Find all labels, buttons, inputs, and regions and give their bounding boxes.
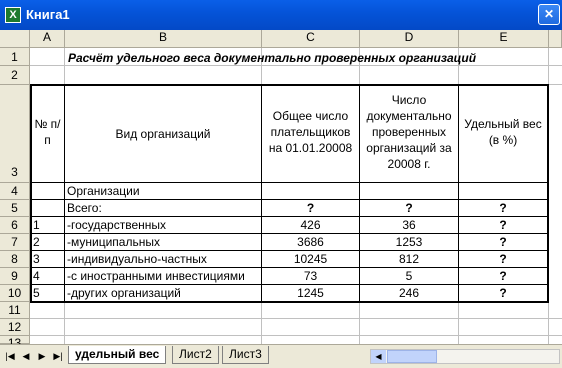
row-header[interactable]: 6 xyxy=(0,217,30,234)
row-header[interactable]: 4 xyxy=(0,183,30,200)
row-header[interactable]: 8 xyxy=(0,251,30,268)
row-header[interactable]: 7 xyxy=(0,234,30,251)
cell-b9[interactable]: -с иностранными инвестициями xyxy=(65,268,261,284)
horizontal-scrollbar[interactable]: ◀ xyxy=(370,349,560,364)
cell-d8[interactable]: 812 xyxy=(360,251,458,267)
close-window-button[interactable]: ✕ xyxy=(538,4,560,25)
cell-e7[interactable]: ? xyxy=(459,234,547,250)
cell-c10[interactable]: 1245 xyxy=(262,285,359,301)
cell-c8[interactable]: 10245 xyxy=(262,251,359,267)
column-header-a[interactable]: A xyxy=(30,30,65,48)
scroll-thumb[interactable] xyxy=(387,350,437,363)
cell-c9[interactable]: 73 xyxy=(262,268,359,284)
prev-sheet-icon[interactable]: ◀ xyxy=(20,350,32,362)
header-number[interactable]: № п/п xyxy=(31,116,64,148)
cell-c5[interactable]: ? xyxy=(262,200,359,216)
cell-a8[interactable]: 3 xyxy=(31,251,64,267)
cell-d7[interactable]: 1253 xyxy=(360,234,458,250)
row-header[interactable]: 5 xyxy=(0,200,30,217)
sheet-tab-bar: |◀ ◀ ▶ ▶| удельный вес Лист2 Лист3 ◀ xyxy=(0,344,562,368)
table-border xyxy=(30,84,549,86)
cell-b6[interactable]: -государственных xyxy=(65,217,261,233)
gridline xyxy=(30,335,562,336)
select-all-corner[interactable] xyxy=(0,30,30,48)
next-sheet-icon[interactable]: ▶ xyxy=(36,350,48,362)
last-sheet-icon[interactable]: ▶| xyxy=(52,350,64,362)
header-org-type[interactable]: Вид организаций xyxy=(65,126,261,142)
column-header-c[interactable]: C xyxy=(262,30,360,48)
row-header[interactable]: 11 xyxy=(0,302,30,319)
tab-udelny-ves[interactable]: удельный вес xyxy=(68,346,167,364)
cell-a6[interactable]: 1 xyxy=(31,217,64,233)
header-specific-weight[interactable]: Удельный вес (в %) xyxy=(459,116,547,148)
cell-d9[interactable]: 5 xyxy=(360,268,458,284)
cell-c7[interactable]: 3686 xyxy=(262,234,359,250)
row-header[interactable]: 12 xyxy=(0,319,30,336)
table-border xyxy=(30,301,549,303)
window-title: Книга1 xyxy=(26,7,70,22)
cell-b8[interactable]: -индивидуально-частных xyxy=(65,251,261,267)
row-header[interactable]: 9 xyxy=(0,268,30,285)
sheet-title[interactable]: Расчёт удельного веса документально пров… xyxy=(66,50,548,66)
cell-e5[interactable]: ? xyxy=(459,200,547,216)
cell-b4[interactable]: Организации xyxy=(65,183,261,199)
cell-e6[interactable]: ? xyxy=(459,217,547,233)
row-header[interactable]: 13 xyxy=(0,336,30,344)
row-header[interactable]: 1 xyxy=(0,48,30,66)
row-header[interactable]: 2 xyxy=(0,66,30,85)
cell-b5[interactable]: Всего: xyxy=(65,200,261,216)
column-header-f[interactable] xyxy=(549,30,562,48)
row-header[interactable]: 10 xyxy=(0,285,30,302)
cell-a9[interactable]: 4 xyxy=(31,268,64,284)
row-header[interactable]: 3 xyxy=(0,85,30,183)
first-sheet-icon[interactable]: |◀ xyxy=(4,350,16,362)
header-audited-orgs[interactable]: Число документально проверенных организа… xyxy=(360,92,458,172)
excel-icon: X xyxy=(5,7,21,23)
cell-a10[interactable]: 5 xyxy=(31,285,64,301)
cell-d5[interactable]: ? xyxy=(360,200,458,216)
cell-e9[interactable]: ? xyxy=(459,268,547,284)
column-header-d[interactable]: D xyxy=(360,30,459,48)
header-total-payers[interactable]: Общее число плательщиков на 01.01.20008 xyxy=(262,108,359,156)
spreadsheet-grid[interactable]: A B C D E 1 2 3 4 5 6 7 8 9 10 11 12 13 … xyxy=(0,30,562,344)
cell-c6[interactable]: 426 xyxy=(262,217,359,233)
cell-d6[interactable]: 36 xyxy=(360,217,458,233)
cell-a7[interactable]: 2 xyxy=(31,234,64,250)
cell-b10[interactable]: -других организаций xyxy=(65,285,261,301)
cell-e10[interactable]: ? xyxy=(459,285,547,301)
tab-list3[interactable]: Лист3 xyxy=(222,346,269,364)
title-bar: X Книга1 ✕ xyxy=(0,0,562,30)
cell-d10[interactable]: 246 xyxy=(360,285,458,301)
tab-list2[interactable]: Лист2 xyxy=(172,346,219,364)
gridline xyxy=(30,318,562,319)
column-header-e[interactable]: E xyxy=(459,30,549,48)
cell-b7[interactable]: -муниципальных xyxy=(65,234,261,250)
scroll-left-icon[interactable]: ◀ xyxy=(371,350,386,363)
column-header-b[interactable]: B xyxy=(65,30,262,48)
cell-e8[interactable]: ? xyxy=(459,251,547,267)
table-border xyxy=(547,84,549,302)
